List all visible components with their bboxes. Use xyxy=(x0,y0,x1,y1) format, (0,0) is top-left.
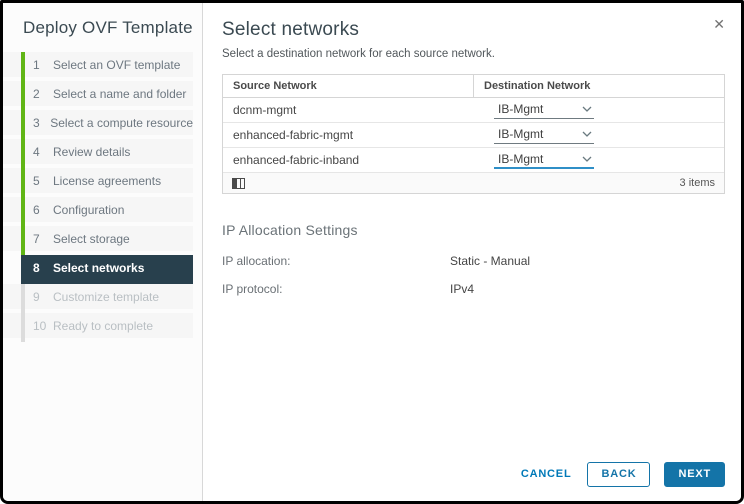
progress-rail-completed xyxy=(21,52,25,255)
sidebar-step-select-networks[interactable]: 8 Select networks xyxy=(21,255,193,284)
step-number: 8 xyxy=(33,260,40,275)
wizard-title: Deploy OVF Template xyxy=(23,18,193,37)
step-number: 4 xyxy=(33,144,40,159)
column-header-source-network: Source Network xyxy=(223,75,474,97)
sidebar-step-review-details[interactable]: 4 Review details xyxy=(3,139,193,168)
sidebar-step-select-compute-resource[interactable]: 3 Select a compute resource xyxy=(3,110,193,139)
items-count: 3 items xyxy=(679,177,715,189)
selected-network: IB-Mgmt xyxy=(498,127,544,141)
source-network-name: dcnm-mgmt xyxy=(233,103,297,117)
deploy-ovf-dialog: Deploy OVF Template 1 Select an OVF temp… xyxy=(0,0,744,504)
step-number: 10 xyxy=(33,318,47,333)
step-label: Select storage xyxy=(53,231,130,246)
destination-network-select[interactable]: IB-Mgmt xyxy=(494,126,594,144)
sidebar-step-ready-to-complete[interactable]: 10 Ready to complete xyxy=(3,313,193,342)
page-title: Select networks xyxy=(222,19,360,40)
table-row: dcnm-mgmt IB-Mgmt xyxy=(223,98,724,123)
ip-protocol-label: IP protocol: xyxy=(222,282,283,296)
step-label: Configuration xyxy=(53,202,125,217)
cancel-button[interactable]: CANCEL xyxy=(519,463,574,486)
panel-select-networks: ✕ Select networks Select a destination n… xyxy=(203,3,741,501)
table-footer: 3 items xyxy=(223,173,724,193)
destination-network-select[interactable]: IB-Mgmt xyxy=(494,101,594,119)
wizard-footer-buttons: CANCEL BACK NEXT xyxy=(519,462,725,487)
ip-allocation-value: Static - Manual xyxy=(450,254,531,268)
column-picker-icon[interactable] xyxy=(232,177,245,189)
step-label: License agreements xyxy=(53,173,162,188)
wizard-steps: 1 Select an OVF template 2 Select a name… xyxy=(3,52,202,342)
step-label: Select networks xyxy=(53,260,145,275)
step-label: Select a compute resource xyxy=(50,115,193,130)
step-label: Customize template xyxy=(53,289,160,304)
step-label: Select an OVF template xyxy=(53,57,181,72)
sidebar-step-license-agreements[interactable]: 5 License agreements xyxy=(3,168,193,197)
ip-protocol-value: IPv4 xyxy=(450,282,475,296)
chevron-down-icon xyxy=(582,156,592,162)
ip-allocation-row: IP allocation: Static - Manual xyxy=(222,254,725,268)
selected-network: IB-Mgmt xyxy=(498,102,544,116)
ip-allocation-settings-section: IP Allocation Settings IP allocation: St… xyxy=(222,222,725,296)
sidebar-step-customize-template[interactable]: 9 Customize template xyxy=(3,284,193,313)
table-header: Source Network Destination Network xyxy=(223,75,724,98)
sidebar-step-select-ovf-template[interactable]: 1 Select an OVF template xyxy=(3,52,193,81)
step-number: 1 xyxy=(33,57,40,72)
network-mapping-table: Source Network Destination Network dcnm-… xyxy=(222,74,725,194)
step-number: 2 xyxy=(33,86,40,101)
sidebar-step-select-name-folder[interactable]: 2 Select a name and folder xyxy=(3,81,193,110)
chevron-down-icon xyxy=(582,106,592,112)
step-label: Select a name and folder xyxy=(53,86,187,101)
destination-network-select[interactable]: IB-Mgmt xyxy=(494,151,594,169)
sidebar-step-select-storage[interactable]: 7 Select storage xyxy=(3,226,193,255)
step-number: 3 xyxy=(33,115,40,130)
step-number: 5 xyxy=(33,173,40,188)
step-number: 6 xyxy=(33,202,40,217)
chevron-down-icon xyxy=(582,131,592,137)
step-number: 7 xyxy=(33,231,40,246)
source-network-name: enhanced-fabric-inband xyxy=(233,153,360,167)
table-row: enhanced-fabric-mgmt IB-Mgmt xyxy=(223,123,724,148)
back-button[interactable]: BACK xyxy=(587,462,651,487)
close-icon[interactable]: ✕ xyxy=(713,17,725,31)
next-button[interactable]: NEXT xyxy=(664,462,725,487)
section-heading: IP Allocation Settings xyxy=(222,222,358,238)
selected-network: IB-Mgmt xyxy=(498,152,544,166)
step-label: Review details xyxy=(53,144,131,159)
wizard-sidebar: Deploy OVF Template 1 Select an OVF temp… xyxy=(3,3,203,501)
column-header-destination-network: Destination Network xyxy=(484,80,591,92)
source-network-name: enhanced-fabric-mgmt xyxy=(233,128,354,142)
table-row: enhanced-fabric-inband IB-Mgmt xyxy=(223,148,724,173)
step-number: 9 xyxy=(33,289,40,304)
ip-protocol-row: IP protocol: IPv4 xyxy=(222,282,725,296)
step-label: Ready to complete xyxy=(53,318,154,333)
sidebar-step-configuration[interactable]: 6 Configuration xyxy=(3,197,193,226)
ip-allocation-label: IP allocation: xyxy=(222,254,291,268)
page-subtitle: Select a destination network for each so… xyxy=(222,48,495,60)
progress-rail-remaining xyxy=(21,284,25,342)
